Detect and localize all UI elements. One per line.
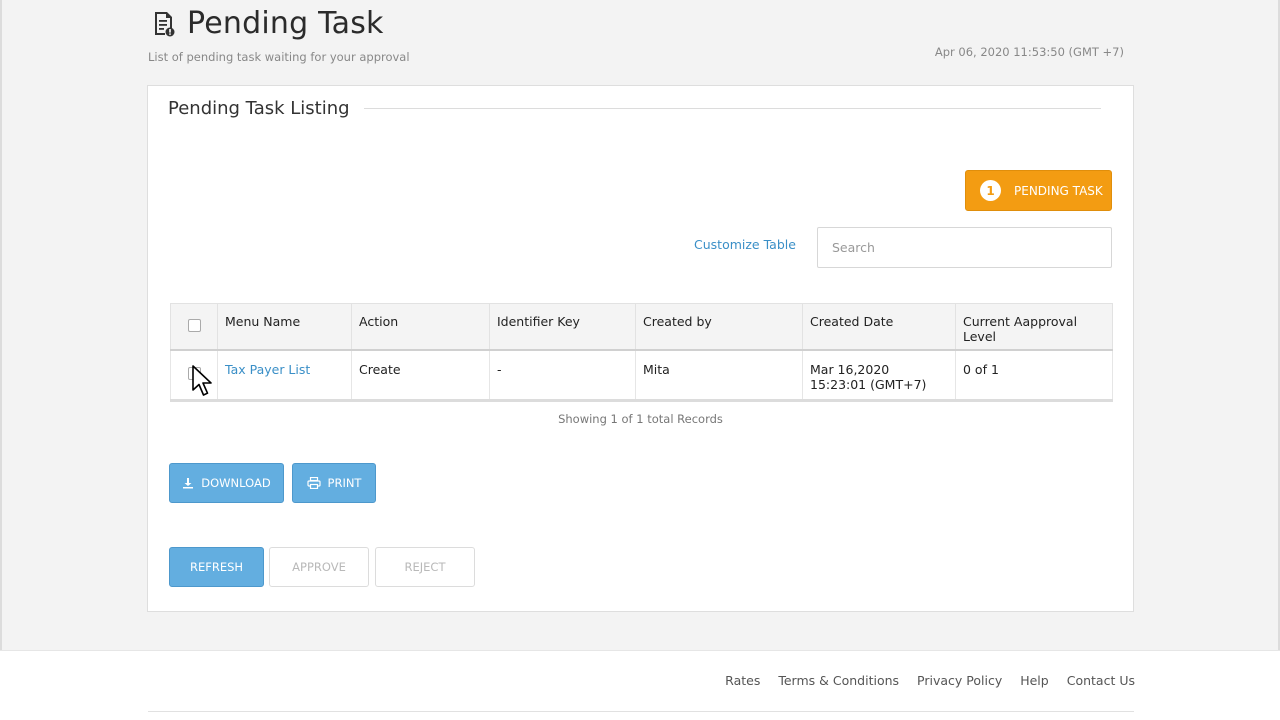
footer-link-terms[interactable]: Terms & Conditions xyxy=(778,673,899,688)
footer: Rates Terms & Conditions Privacy Policy … xyxy=(0,650,1280,720)
reject-label: REJECT xyxy=(404,560,446,574)
page-title: Pending Task xyxy=(187,6,384,41)
title-row: Pending Task xyxy=(151,6,384,41)
search-input[interactable] xyxy=(817,227,1112,268)
footer-link-contact[interactable]: Contact Us xyxy=(1067,673,1135,688)
refresh-button[interactable]: REFRESH xyxy=(169,547,264,587)
page-subtitle: List of pending task waiting for your ap… xyxy=(148,50,410,64)
footer-divider xyxy=(148,711,1134,712)
pending-task-button[interactable]: 1 PENDING TASK xyxy=(965,170,1112,211)
row-select-cell xyxy=(170,349,218,402)
cell-approval-level: 0 of 1 xyxy=(955,349,1113,402)
printer-icon xyxy=(306,477,321,489)
table-header-row: Menu Name Action Identifier Key Created … xyxy=(170,303,1113,351)
customize-table-link[interactable]: Customize Table xyxy=(694,237,796,252)
print-button[interactable]: PRINT xyxy=(292,463,376,503)
footer-link-help[interactable]: Help xyxy=(1020,673,1049,688)
column-header-identifier-key[interactable]: Identifier Key xyxy=(489,303,636,351)
print-label: PRINT xyxy=(327,476,362,490)
card-title-row: Pending Task Listing xyxy=(168,98,1101,119)
records-info: Showing 1 of 1 total Records xyxy=(558,412,723,426)
table-row: Tax Payer List Create - Mita Mar 16,2020… xyxy=(170,349,1113,402)
frame-left-border xyxy=(0,0,2,720)
approve-button[interactable]: APPROVE xyxy=(269,547,369,587)
pending-task-card: Pending Task Listing 1 PENDING TASK Cust… xyxy=(147,85,1134,612)
download-label: DOWNLOAD xyxy=(201,476,271,490)
select-all-header xyxy=(170,303,218,351)
reject-button[interactable]: REJECT xyxy=(375,547,475,587)
row-checkbox[interactable] xyxy=(187,366,201,380)
pending-task-label: PENDING TASK xyxy=(1014,183,1103,198)
download-button[interactable]: DOWNLOAD xyxy=(169,463,284,503)
approve-label: APPROVE xyxy=(292,560,346,574)
card-title: Pending Task Listing xyxy=(168,98,350,119)
document-icon xyxy=(151,10,177,38)
footer-link-privacy[interactable]: Privacy Policy xyxy=(917,673,1002,688)
menu-name-link[interactable]: Tax Payer List xyxy=(225,362,310,377)
pending-task-table: Menu Name Action Identifier Key Created … xyxy=(170,303,1113,402)
page-header: Pending Task List of pending task waitin… xyxy=(148,0,1138,80)
cell-created-by: Mita xyxy=(635,349,803,402)
cell-created-date: Mar 16,2020 15:23:01 (GMT+7) xyxy=(802,349,956,402)
column-header-menu-name[interactable]: Menu Name xyxy=(217,303,352,351)
refresh-label: REFRESH xyxy=(189,560,244,574)
cell-action: Create xyxy=(351,349,490,402)
column-header-created-date[interactable]: Created Date xyxy=(802,303,956,351)
footer-link-rates[interactable]: Rates xyxy=(725,673,760,688)
footer-links: Rates Terms & Conditions Privacy Policy … xyxy=(707,673,1135,688)
column-header-approval-level[interactable]: Current Aapproval Level xyxy=(955,303,1113,351)
cell-identifier-key: - xyxy=(489,349,636,402)
select-all-checkbox[interactable] xyxy=(187,319,201,332)
card-title-divider xyxy=(363,108,1101,109)
column-header-action[interactable]: Action xyxy=(351,303,490,351)
column-header-created-by[interactable]: Created by xyxy=(635,303,803,351)
timestamp: Apr 06, 2020 11:53:50 (GMT +7) xyxy=(934,45,1124,59)
cell-menu-name: Tax Payer List xyxy=(217,349,352,402)
download-icon xyxy=(182,477,194,489)
pending-count-badge: 1 xyxy=(980,180,1001,201)
